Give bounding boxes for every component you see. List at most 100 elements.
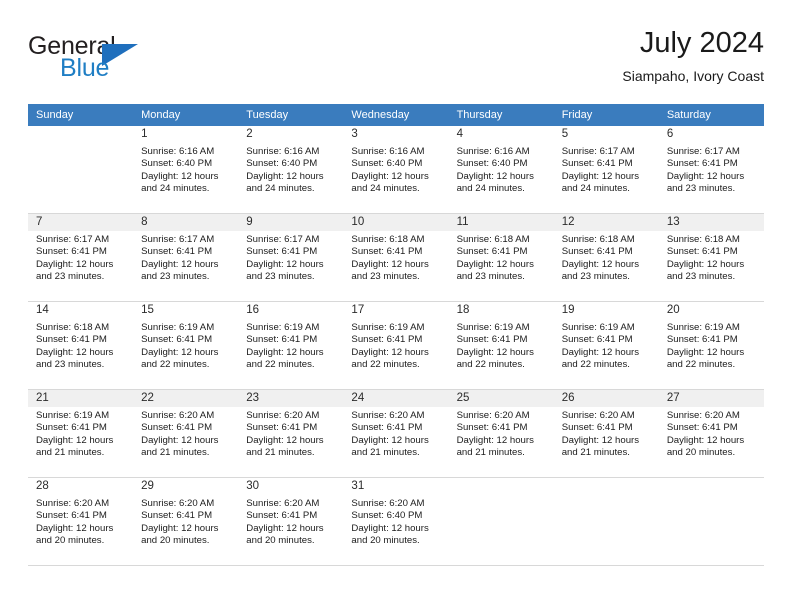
sunrise-text: Sunrise: 6:19 AM — [561, 322, 635, 333]
daylight-text-line2: and 21 minutes. — [141, 447, 210, 459]
daylight-text-line1: Daylight: 12 hours — [561, 434, 640, 446]
calendar-day-cell[interactable]: 22 Sunrise: 6:20 AM Sunset: 6:41 PM Dayligh… — [133, 390, 239, 478]
daylight-text-line2: and 24 minutes. — [456, 183, 525, 195]
daylight-text-line1: Daylight: 12 hours — [36, 522, 114, 534]
calendar-week-row: 14 Sunrise: 6:18 AM Sunset: 6:41 PM Dayligh… — [28, 302, 764, 390]
calendar-day-cell[interactable]: 18 Sunrise: 6:19 AM Sunset: 6:41 PM Dayligh… — [448, 302, 554, 390]
sunset-text: Sunset: 6:41 PM — [141, 334, 213, 346]
calendar-day-cell[interactable]: 10 Sunrise: 6:18 AM Sunset: 6:41 PM Dayligh… — [343, 214, 449, 302]
daylight-text-line2: and 22 minutes. — [561, 359, 630, 371]
calendar-day-cell[interactable]: 13 Sunrise: 6:18 AM Sunset: 6:41 PM Dayligh… — [658, 214, 764, 302]
calendar-day-cell[interactable]: 27 Sunrise: 6:20 AM Sunset: 6:41 PM Dayligh… — [658, 390, 764, 478]
day-number: 16 — [238, 302, 344, 319]
weekday-header-row: Sunday Monday Tuesday Wednesday Thursday… — [28, 104, 764, 126]
calendar-day-cell[interactable]: 1 Sunrise: 6:16 AM Sunset: 6:40 PM Daylight… — [133, 126, 239, 214]
calendar-day-cell[interactable]: 20 Sunrise: 6:19 AM Sunset: 6:41 PM Dayligh… — [658, 302, 764, 390]
day-cell-inner: 7 Sunrise: 6:17 AM Sunset: 6:41 PM Daylight… — [28, 214, 134, 302]
calendar-week-row: 7 Sunrise: 6:17 AM Sunset: 6:41 PM Daylight… — [28, 214, 764, 302]
sunrise-text: Sunrise: 6:18 AM — [351, 234, 425, 245]
day-details: Sunrise: 6:16 AM Sunset: 6:40 PM Daylight:… — [449, 143, 554, 196]
daylight-text-line1: Daylight: 12 hours — [561, 258, 640, 270]
sunrise-text: Sunrise: 6:20 AM — [36, 498, 110, 509]
day-cell-inner — [658, 478, 764, 566]
sunrise-text: Sunrise: 6:18 AM — [561, 234, 635, 245]
daylight-text-line2: and 20 minutes. — [36, 535, 105, 547]
day-details: Sunrise: 6:16 AM Sunset: 6:40 PM Daylight:… — [238, 143, 343, 196]
calendar-day-cell[interactable]: 17 Sunrise: 6:19 AM Sunset: 6:41 PM Dayligh… — [343, 302, 449, 390]
calendar-day-cell[interactable]: 31 Sunrise: 6:20 AM Sunset: 6:40 PM Dayligh… — [343, 478, 449, 566]
calendar-day-cell[interactable]: 29 Sunrise: 6:20 AM Sunset: 6:41 PM Dayligh… — [133, 478, 239, 566]
day-cell-inner: 8 Sunrise: 6:17 AM Sunset: 6:41 PM Daylight… — [133, 214, 239, 302]
calendar-day-cell[interactable]: 4 Sunrise: 6:16 AM Sunset: 6:40 PM Daylight… — [448, 126, 554, 214]
sunrise-text: Sunrise: 6:18 AM — [456, 234, 530, 245]
calendar-day-cell[interactable]: 6 Sunrise: 6:17 AM Sunset: 6:41 PM Daylight… — [658, 126, 764, 214]
day-cell-inner: 25 Sunrise: 6:20 AM Sunset: 6:41 PM Dayligh… — [448, 390, 554, 478]
calendar-day-cell[interactable]: 16 Sunrise: 6:19 AM Sunset: 6:41 PM Dayligh… — [238, 302, 344, 390]
day-cell-inner: 4 Sunrise: 6:16 AM Sunset: 6:40 PM Daylight… — [448, 126, 554, 214]
day-cell-inner: 30 Sunrise: 6:20 AM Sunset: 6:41 PM Dayligh… — [238, 478, 344, 566]
calendar-day-cell[interactable]: 30 Sunrise: 6:20 AM Sunset: 6:41 PM Dayligh… — [238, 478, 344, 566]
sunset-text: Sunset: 6:41 PM — [456, 246, 528, 258]
day-number: 15 — [133, 302, 239, 319]
daylight-text-line2: and 20 minutes. — [666, 447, 736, 459]
sunrise-text: Sunrise: 6:19 AM — [141, 322, 215, 333]
sunrise-text: Sunrise: 6:20 AM — [246, 498, 320, 509]
daylight-text-line2: and 22 minutes. — [666, 359, 736, 371]
day-cell-inner: 2 Sunrise: 6:16 AM Sunset: 6:40 PM Daylight… — [238, 126, 344, 214]
sunset-text: Sunset: 6:41 PM — [141, 422, 213, 434]
calendar-day-cell[interactable]: 28 Sunrise: 6:20 AM Sunset: 6:41 PM Dayligh… — [28, 478, 134, 566]
calendar-day-cell[interactable]: 24 Sunrise: 6:20 AM Sunset: 6:41 PM Dayligh… — [343, 390, 449, 478]
brand-logo[interactable]: General Blue — [28, 32, 248, 84]
day-cell-inner: 31 Sunrise: 6:20 AM Sunset: 6:40 PM Dayligh… — [343, 478, 449, 566]
sunset-text: Sunset: 6:41 PM — [141, 246, 213, 258]
calendar-day-cell[interactable]: 2 Sunrise: 6:16 AM Sunset: 6:40 PM Daylight… — [238, 126, 344, 214]
daylight-text-line2: and 21 minutes. — [351, 447, 420, 459]
day-number — [449, 478, 554, 495]
day-details: Sunrise: 6:20 AM Sunset: 6:41 PM Daylight:… — [133, 495, 238, 548]
daylight-text-line2: and 23 minutes. — [141, 271, 210, 283]
sunset-text: Sunset: 6:41 PM — [246, 510, 318, 522]
calendar-day-cell[interactable]: 5 Sunrise: 6:17 AM Sunset: 6:41 PM Daylight… — [553, 126, 659, 214]
daylight-text-line1: Daylight: 12 hours — [351, 258, 429, 270]
day-number: 19 — [553, 302, 659, 319]
daylight-text-line2: and 24 minutes. — [246, 183, 315, 195]
day-number: 4 — [448, 126, 554, 143]
sunset-text: Sunset: 6:41 PM — [666, 334, 738, 346]
calendar-day-cell[interactable]: 21 Sunrise: 6:19 AM Sunset: 6:41 PM Dayligh… — [28, 390, 134, 478]
day-number: 5 — [553, 126, 659, 143]
calendar-day-cell[interactable]: 8 Sunrise: 6:17 AM Sunset: 6:41 PM Daylight… — [133, 214, 239, 302]
daylight-text-line1: Daylight: 12 hours — [246, 434, 324, 446]
sunset-text: Sunset: 6:41 PM — [456, 334, 528, 346]
calendar-cell-empty — [448, 478, 554, 566]
daylight-text-line1: Daylight: 12 hours — [141, 170, 219, 182]
calendar-day-cell[interactable]: 25 Sunrise: 6:20 AM Sunset: 6:41 PM Dayligh… — [448, 390, 554, 478]
calendar-day-cell[interactable]: 26 Sunrise: 6:20 AM Sunset: 6:41 PM Dayligh… — [553, 390, 659, 478]
daylight-text-line2: and 21 minutes. — [246, 447, 315, 459]
calendar-day-cell[interactable]: 3 Sunrise: 6:16 AM Sunset: 6:40 PM Daylight… — [343, 126, 449, 214]
daylight-text-line1: Daylight: 12 hours — [666, 346, 745, 358]
day-number: 25 — [448, 390, 554, 407]
sunset-text: Sunset: 6:41 PM — [36, 334, 107, 346]
sunrise-text: Sunrise: 6:17 AM — [666, 146, 740, 157]
sunrise-text: Sunrise: 6:17 AM — [36, 234, 110, 245]
day-number: 28 — [28, 478, 134, 495]
calendar-week-row: 1 Sunrise: 6:16 AM Sunset: 6:40 PM Daylight… — [28, 126, 764, 214]
calendar-day-cell[interactable]: 19 Sunrise: 6:19 AM Sunset: 6:41 PM Dayligh… — [553, 302, 659, 390]
calendar-day-cell[interactable]: 14 Sunrise: 6:18 AM Sunset: 6:41 PM Dayligh… — [28, 302, 134, 390]
calendar-day-cell[interactable]: 7 Sunrise: 6:17 AM Sunset: 6:41 PM Daylight… — [28, 214, 134, 302]
calendar-day-cell[interactable]: 15 Sunrise: 6:19 AM Sunset: 6:41 PM Dayligh… — [133, 302, 239, 390]
sunset-text: Sunset: 6:41 PM — [246, 246, 318, 258]
calendar-day-cell[interactable]: 12 Sunrise: 6:18 AM Sunset: 6:41 PM Dayligh… — [553, 214, 659, 302]
daylight-text-line1: Daylight: 12 hours — [351, 346, 429, 358]
calendar-day-cell[interactable]: 23 Sunrise: 6:20 AM Sunset: 6:41 PM Dayligh… — [238, 390, 344, 478]
sunset-text: Sunset: 6:40 PM — [351, 158, 423, 170]
day-cell-inner: 14 Sunrise: 6:18 AM Sunset: 6:41 PM Dayligh… — [28, 302, 134, 390]
calendar-day-cell[interactable]: 11 Sunrise: 6:18 AM Sunset: 6:41 PM Dayligh… — [448, 214, 554, 302]
daylight-text-line1: Daylight: 12 hours — [561, 170, 640, 182]
day-cell-inner: 1 Sunrise: 6:16 AM Sunset: 6:40 PM Daylight… — [133, 126, 239, 214]
calendar-cell-empty — [658, 478, 764, 566]
calendar-day-cell[interactable]: 9 Sunrise: 6:17 AM Sunset: 6:41 PM Daylight… — [238, 214, 344, 302]
daylight-text-line2: and 24 minutes. — [141, 183, 210, 195]
daylight-text-line2: and 23 minutes. — [246, 271, 315, 283]
day-cell-inner: 3 Sunrise: 6:16 AM Sunset: 6:40 PM Daylight… — [343, 126, 449, 214]
